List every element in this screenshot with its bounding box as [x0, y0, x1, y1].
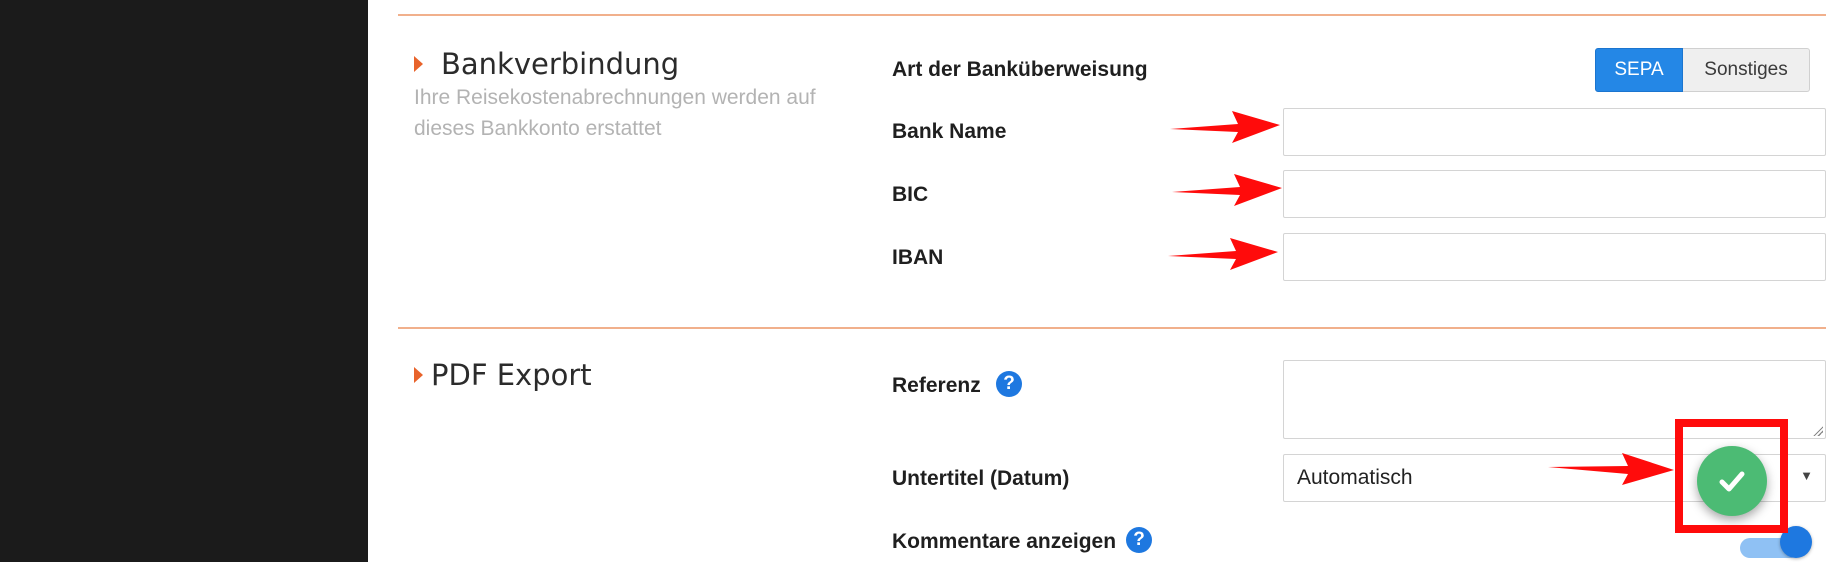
annotation-arrow-icon [1170, 111, 1280, 143]
help-icon[interactable]: ? [996, 371, 1022, 397]
section-title-pdf: PDF Export [431, 358, 592, 392]
section-description-bank: Ihre Reisekostenabrechnungen werden auf … [414, 86, 816, 140]
bic-label: BIC [892, 183, 929, 206]
transfer-type-label: Art der Banküberweisung [892, 58, 1148, 81]
iban-label: IBAN [892, 246, 944, 269]
reference-label: Referenz [892, 374, 981, 397]
transfer-type-toggle: SEPA Sonstiges [1595, 48, 1810, 92]
section-title-bank: Bankverbindung [441, 47, 680, 81]
subtitle-label: Untertitel (Datum) [892, 467, 1070, 490]
bic-input[interactable] [1283, 170, 1826, 218]
sepa-option-button[interactable]: SEPA [1595, 48, 1683, 92]
annotation-arrow-icon [1172, 174, 1282, 206]
bank-name-input[interactable] [1283, 108, 1826, 156]
highlight-box [1675, 419, 1788, 533]
bank-name-label: Bank Name [892, 120, 1007, 143]
annotation-arrow-icon [1548, 453, 1674, 485]
sidebar [0, 0, 368, 562]
annotation-arrow-icon [1168, 238, 1278, 270]
caret-right-icon [414, 367, 423, 383]
iban-input[interactable] [1283, 233, 1826, 281]
chevron-down-icon: ▼ [1800, 468, 1813, 483]
section-divider [398, 327, 1826, 329]
help-icon[interactable]: ? [1126, 527, 1152, 553]
caret-right-icon [414, 56, 423, 72]
resize-handle-icon[interactable] [1813, 426, 1823, 436]
subtitle-select-value: Automatisch [1297, 466, 1413, 489]
comments-label: Kommentare anzeigen [892, 530, 1117, 553]
section-divider [398, 14, 1826, 16]
other-option-button[interactable]: Sonstiges [1683, 48, 1810, 92]
